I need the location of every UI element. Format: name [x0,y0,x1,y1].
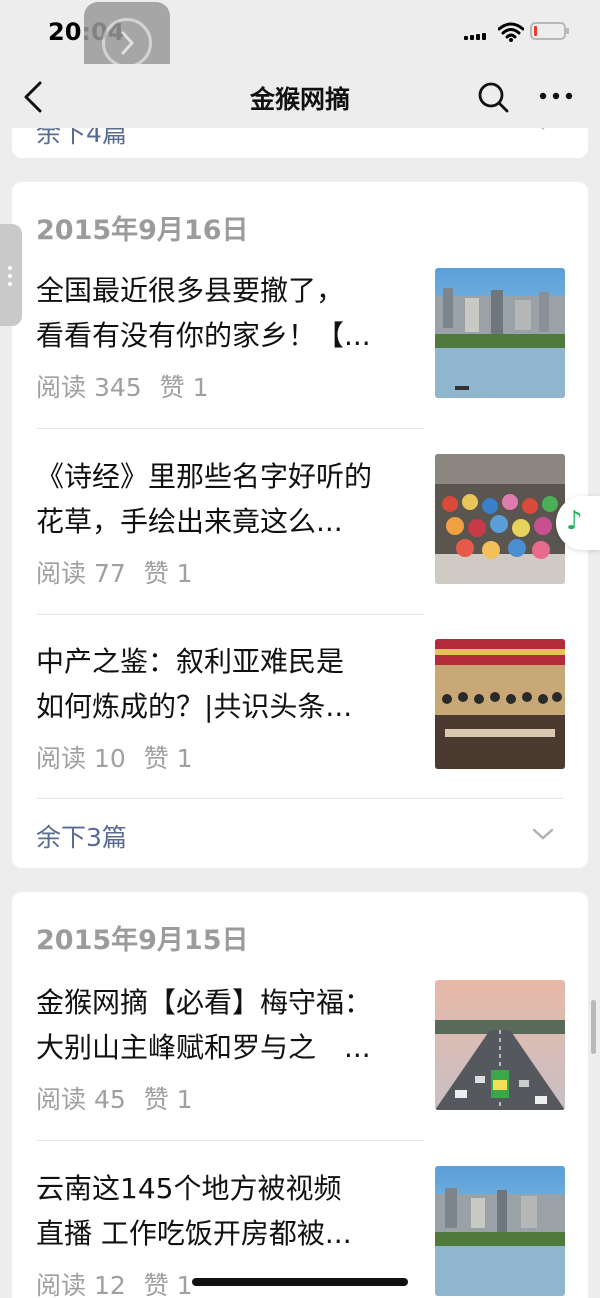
expand-remaining-button[interactable]: 余下3篇 [36,818,127,854]
article-thumbnail [435,1166,565,1296]
group-date: 2015年9月15日 [36,925,249,956]
chevron-down-icon[interactable] [532,828,554,840]
article-group-card: 2015年9月16日 全国最近很多县要撤了， 看看有没有你的家乡！【... 阅读… [12,182,588,868]
wifi-icon [498,22,524,42]
read-count: 阅读 10 [36,744,126,773]
read-count: 阅读 77 [36,559,126,588]
article-title: 全国最近很多县要撤了， 看看有没有你的家乡！【... [36,274,371,352]
article-thumbnail [435,639,565,769]
home-indicator[interactable] [192,1278,408,1286]
article-thumbnail [435,268,565,398]
divider [36,614,424,615]
battery-icon [530,22,569,40]
chevron-right-icon [121,31,135,55]
group-date: 2015年9月16日 [36,215,249,246]
article-stats: 阅读 10 赞 1 [36,739,203,775]
expand-remaining-button[interactable]: 余下4篇 [36,128,127,150]
more-dots-icon[interactable] [538,86,574,106]
read-count: 阅读 45 [36,1085,126,1114]
scrollbar[interactable] [591,1000,596,1054]
like-count: 赞 1 [143,744,193,773]
article-stats: 阅读 45 赞 1 [36,1080,203,1116]
article-title: 《诗经》里那些名字好听的 花草，手绘出来竟这么... [36,460,373,538]
read-count: 阅读 12 [36,1271,126,1298]
article-list: 余下4篇 2015年9月16日 全国最近很多县要撤了， 看看有没有你的家乡！【.… [0,128,600,1298]
chevron-down-icon[interactable] [532,128,554,130]
article-item[interactable]: 中产之鉴：叙利亚难民是 如何炼成的？|共识头条... 阅读 10 赞 1 [36,639,565,779]
like-count: 赞 1 [143,1271,193,1298]
remaining-label: 余下4篇 [36,128,127,148]
article-title: 金猴网摘【必看】梅守福： 大别山主峰赋和罗与之 ... [36,986,373,1064]
article-thumbnail [435,454,565,584]
article-item[interactable]: 全国最近很多县要撤了， 看看有没有你的家乡！【... 阅读 345 赞 1 [36,268,565,408]
article-title: 云南这145个地方被视频 直播 工作吃饭开房都被... [36,1172,352,1250]
article-stats: 阅读 345 赞 1 [36,368,218,404]
read-count: 阅读 345 [36,373,142,402]
signal-icon [464,30,488,40]
article-item[interactable]: 《诗经》里那些名字好听的 花草，手绘出来竟这么... 阅读 77 赞 1 [36,454,565,594]
remaining-label: 余下3篇 [36,823,127,852]
divider [36,428,424,429]
article-thumbnail [435,980,565,1110]
like-count: 赞 1 [143,559,193,588]
divider [36,1140,424,1141]
music-note-icon: ♪ [566,506,583,536]
search-icon[interactable] [476,80,510,114]
page-title: 金猴网摘 [249,85,350,114]
article-stats: 阅读 12 赞 1 [36,1266,203,1298]
like-count: 赞 1 [159,373,209,402]
navigation-bar: 金猴网摘 [0,64,600,128]
article-stats: 阅读 77 赞 1 [36,554,203,590]
article-item[interactable]: 金猴网摘【必看】梅守福： 大别山主峰赋和罗与之 ... 阅读 45 赞 1 [36,980,565,1120]
like-count: 赞 1 [143,1085,193,1114]
article-group-card: 2015年9月15日 金猴网摘【必看】梅守福： 大别山主峰赋和罗与之 ... 阅… [12,892,588,1298]
divider [36,798,564,799]
article-group-card: 余下4篇 [12,128,588,158]
side-drawer-handle[interactable] [0,224,22,326]
article-title: 中产之鉴：叙利亚难民是 如何炼成的？|共识头条... [36,645,353,723]
